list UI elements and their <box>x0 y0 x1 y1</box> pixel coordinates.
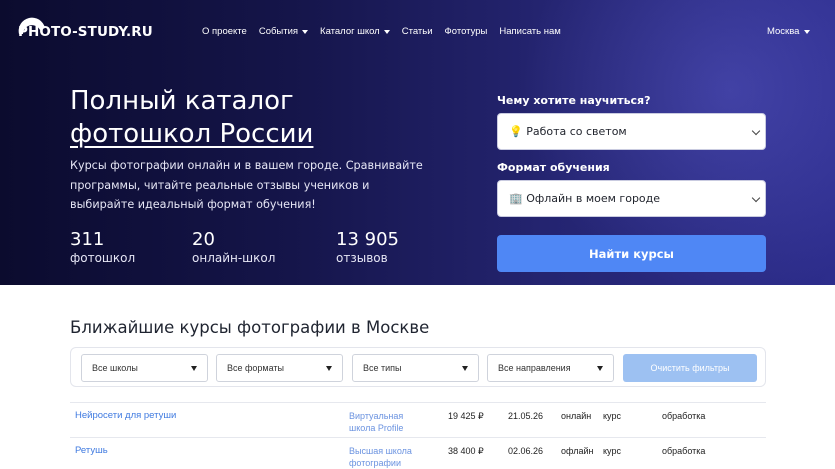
school-link[interactable]: Виртуальная школа Profile <box>349 410 419 434</box>
hero-title-line1: Полный каталог <box>70 86 294 116</box>
caret-down-icon <box>191 366 197 371</box>
chevron-down-icon <box>751 126 761 136</box>
course-date: 02.06.26 <box>508 446 544 456</box>
topic-label: Чему хотите научиться? <box>497 94 651 107</box>
stat-online-schools: 20 онлайн-школ <box>192 229 276 265</box>
topic-select[interactable]: 💡 Работа со светом <box>497 113 766 150</box>
nav-articles[interactable]: Статьи <box>402 26 433 37</box>
stat-schools: 311 фотошкол <box>70 229 136 265</box>
hero-title-line2[interactable]: фотошкол России <box>70 119 313 149</box>
course-format: онлайн <box>561 411 592 421</box>
chevron-down-icon <box>751 193 761 203</box>
chevron-down-icon <box>302 29 309 34</box>
topic-select-value: 💡 Работа со светом <box>509 125 627 138</box>
section-title: Ближайшие курсы фотографии в Москве <box>70 318 430 337</box>
filter-bar: Все школы Все форматы Все типы Все напра… <box>70 347 766 387</box>
course-direction: обработка <box>662 446 706 456</box>
course-type: курс <box>603 411 621 421</box>
site-logo[interactable]: PHOTO-STUDY.RU <box>18 14 153 40</box>
nav-contact[interactable]: Написать нам <box>499 26 560 37</box>
caret-down-icon <box>326 366 332 371</box>
course-date: 21.05.26 <box>508 411 544 421</box>
stat-reviews: 13 905 отзывов <box>336 229 399 265</box>
chevron-down-icon <box>383 29 390 34</box>
nav-events[interactable]: События <box>259 26 309 37</box>
format-label: Формат обучения <box>497 161 610 174</box>
course-name-link[interactable]: Ретушь <box>75 445 108 457</box>
filter-schools[interactable]: Все школы <box>81 354 208 382</box>
nav-school-catalog[interactable]: Каталог школ <box>320 26 390 37</box>
chevron-down-icon <box>804 29 811 34</box>
logo-arc-icon <box>18 17 45 34</box>
caret-down-icon <box>462 366 468 371</box>
main-nav: О проекте События Каталог школ Статьи Фо… <box>202 26 561 37</box>
caret-down-icon <box>597 366 603 371</box>
hero-title: Полный каталог фотошкол России <box>70 85 450 151</box>
course-direction: обработка <box>662 411 706 421</box>
course-format: офлайн <box>561 446 594 456</box>
course-name-link[interactable]: Нейросети для ретуши <box>75 410 176 422</box>
hero-description: Курсы фотографии онлайн и в вашем городе… <box>70 159 423 211</box>
filter-types[interactable]: Все типы <box>352 354 479 382</box>
course-price: 38 400 ₽ <box>448 446 484 456</box>
nav-phototours[interactable]: Фототуры <box>445 26 488 37</box>
hero-stats: 311 фотошкол 20 онлайн-школ 13 905 отзыв… <box>70 229 456 266</box>
city-selector[interactable]: Москва <box>767 26 811 37</box>
clear-filters-button[interactable]: Очистить фильтры <box>623 354 757 382</box>
course-price: 19 425 ₽ <box>448 411 484 421</box>
find-courses-button[interactable]: Найти курсы <box>497 235 766 272</box>
course-type: курс <box>603 446 621 456</box>
nav-about[interactable]: О проекте <box>202 26 247 37</box>
filter-formats[interactable]: Все форматы <box>216 354 343 382</box>
filter-directions[interactable]: Все направления <box>487 354 614 382</box>
format-select-value: 🏢 Офлайн в моем городе <box>509 192 661 205</box>
school-link[interactable]: Высшая школа фотографии <box>349 445 419 469</box>
table-row: Ретушь Высшая школа фотографии 38 400 ₽ … <box>70 437 766 469</box>
format-select[interactable]: 🏢 Офлайн в моем городе <box>497 180 766 217</box>
courses-table: Нейросети для ретуши Виртуальная школа P… <box>70 402 766 469</box>
table-row: Нейросети для ретуши Виртуальная школа P… <box>70 402 766 437</box>
city-label: Москва <box>767 26 800 37</box>
